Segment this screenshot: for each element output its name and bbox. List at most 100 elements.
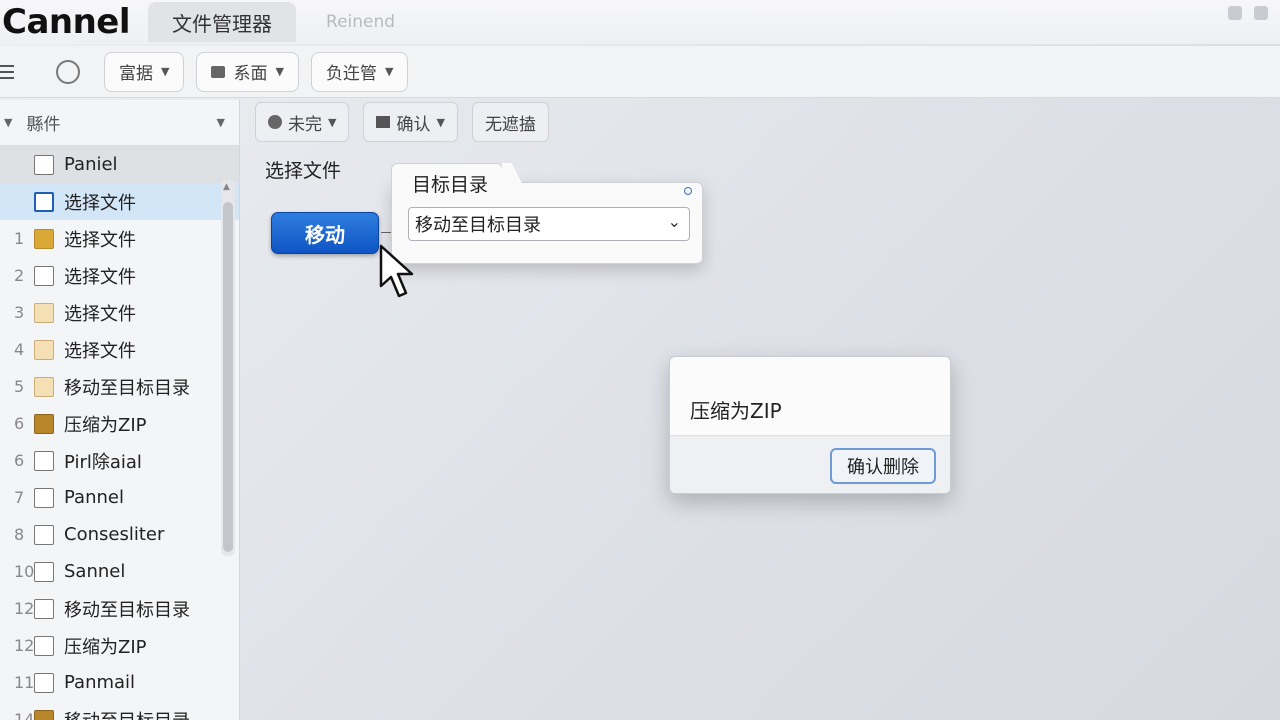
folder-icon[interactable] (34, 302, 54, 323)
checkbox[interactable] (34, 524, 54, 545)
main-toolbar: 富据 ▼ 系面 ▼ 负迕管 ▼ (0, 46, 1280, 98)
caret-down-icon: ▼ (328, 115, 337, 129)
list-item[interactable]: 12 移动至目标目录 (0, 590, 239, 627)
target-directory-select[interactable]: 移动至目标目录 ⌄ (408, 207, 690, 241)
confirm-dialog: 压缩为ZIP 确认删除 (669, 356, 951, 494)
flag-icon (376, 116, 391, 128)
item-number: 4 (14, 340, 25, 359)
item-number: 6 (14, 451, 25, 470)
sidebar-list: Paniel 选择文件 1 选择文件 2 选择文件 3 选择文件 4 选择文件 (0, 146, 239, 720)
item-label: 选择文件 (64, 303, 136, 325)
caret-down-icon: ▼ (275, 65, 284, 78)
caret-down-icon: ▼ (161, 65, 170, 78)
tab-file-manager[interactable]: 文件管理器 (148, 2, 297, 42)
list-item[interactable]: 14 移动至目标目录 (0, 701, 239, 720)
globe-icon[interactable] (56, 59, 80, 84)
folder-icon[interactable] (34, 339, 54, 360)
item-number: 12 (14, 599, 35, 618)
toolbar-dropdown-1[interactable]: 富据 ▼ (104, 51, 185, 92)
sidebar-header[interactable]: ▼ 縣件 ▼ (0, 100, 239, 146)
checkbox[interactable] (34, 598, 54, 619)
sidebar: ▼ 縣件 ▼ Paniel 选择文件 1 选择文件 2 选择文件 3 选择文件 (0, 100, 240, 720)
title-bar: Cannel 文件管理器 Reinend (0, 0, 1280, 44)
folder-icon[interactable] (34, 228, 54, 249)
content-toolbar: 未完 ▼ 确认 ▼ 无遮搕 (255, 102, 549, 142)
app-title: Cannel (2, 2, 131, 42)
confirm-delete-button[interactable]: 确认删除 (830, 448, 936, 484)
scrollbar-thumb[interactable] (223, 202, 233, 552)
item-label: 选择文件 (64, 266, 136, 288)
item-label: 选择文件 (64, 340, 136, 362)
toolbar-dropdown-label: 系面 (233, 64, 268, 84)
minimize-icon[interactable] (1228, 6, 1242, 20)
maximize-icon[interactable] (1254, 6, 1268, 20)
hamburger-menu-icon[interactable] (0, 64, 14, 79)
toolbar-dropdown-label: 富据 (119, 64, 153, 84)
scroll-up-icon[interactable]: ▲ (223, 182, 230, 192)
item-number: 11 (14, 673, 35, 692)
tab-reinend[interactable]: Reinend (302, 2, 419, 42)
info-dot-icon (684, 187, 692, 195)
content-button-label: 无遮搕 (484, 114, 536, 135)
checkbox[interactable] (34, 487, 54, 508)
list-item[interactable]: Paniel (0, 146, 239, 183)
list-item[interactable]: 12 压缩为ZIP (0, 627, 239, 664)
item-label: Pirl除aial (64, 451, 142, 473)
checkbox[interactable] (34, 450, 54, 471)
folder-icon[interactable] (34, 709, 54, 720)
list-item[interactable]: 6 压缩为ZIP (0, 405, 239, 442)
folder-icon[interactable] (34, 413, 54, 434)
content-area: 未完 ▼ 确认 ▼ 无遮搕 选择文件 移动 目标目录 移动至目标目录 ⌄ 压缩为… (241, 100, 1280, 720)
checkbox[interactable] (34, 672, 54, 693)
item-number: 1 (14, 229, 25, 248)
bookmark-icon (211, 65, 226, 78)
list-item[interactable]: 3 选择文件 (0, 294, 239, 331)
sidebar-scrollbar[interactable]: ▲ (221, 180, 235, 556)
item-label: Consesliter (64, 524, 165, 545)
item-number: 6 (14, 414, 25, 433)
list-item[interactable]: 6 Pirl除aial (0, 442, 239, 479)
list-item[interactable]: 7 Pannel (0, 479, 239, 516)
content-button-3[interactable]: 无遮搕 (471, 102, 549, 142)
checkbox[interactable] (34, 265, 54, 286)
content-dropdown-label: 未完 (288, 114, 322, 135)
checkbox[interactable] (34, 635, 54, 656)
window-controls (1228, 6, 1268, 20)
list-item[interactable]: 8 Consesliter (0, 516, 239, 553)
collapse-arrow-icon[interactable]: ▼ (4, 116, 12, 129)
checkbox[interactable] (34, 561, 54, 582)
item-number: 14 (14, 710, 35, 720)
list-item[interactable]: 选择文件 (0, 183, 239, 220)
dialog-message: 压缩为ZIP (690, 399, 782, 423)
section-label: 选择文件 (265, 160, 342, 182)
list-item[interactable]: 10 Sannel (0, 553, 239, 590)
item-label: 压缩为ZIP (64, 636, 147, 658)
list-item[interactable]: 1 选择文件 (0, 220, 239, 257)
toolbar-dropdown-label: 负迕管 (325, 64, 377, 84)
item-number: 8 (14, 525, 25, 544)
caret-down-icon[interactable]: ▼ (217, 116, 225, 129)
content-dropdown-label: 确认 (396, 114, 431, 135)
toolbar-dropdown-2[interactable]: 系面 ▼ (196, 51, 299, 92)
list-item[interactable]: 4 选择文件 (0, 331, 239, 368)
item-label: Panmail (64, 672, 136, 693)
list-item[interactable]: 11 Panmail (0, 664, 239, 701)
select-value: 移动至目标目录 (415, 215, 541, 236)
popover-tab-edge (502, 163, 526, 191)
target-directory-popover: 目标目录 移动至目标目录 ⌄ (391, 163, 703, 264)
dialog-footer: 确认删除 (670, 435, 950, 493)
sidebar-header-label: 縣件 (26, 115, 61, 135)
move-button[interactable]: 移动 (271, 212, 379, 254)
popover-title: 目标目录 (391, 163, 503, 196)
chevron-down-icon[interactable]: ⌄ (668, 212, 681, 231)
content-dropdown-2[interactable]: 确认 ▼ (363, 102, 458, 142)
caret-down-icon: ▼ (436, 115, 445, 129)
list-item[interactable]: 5 移动至目标目录 (0, 368, 239, 405)
item-label: 移动至目标目录 (64, 599, 190, 621)
checkbox[interactable] (34, 154, 54, 175)
checkbox[interactable] (34, 191, 54, 212)
toolbar-dropdown-3[interactable]: 负迕管 ▼ (310, 51, 409, 92)
folder-icon[interactable] (34, 376, 54, 397)
list-item[interactable]: 2 选择文件 (0, 257, 239, 294)
content-dropdown-1[interactable]: 未完 ▼ (255, 102, 350, 142)
